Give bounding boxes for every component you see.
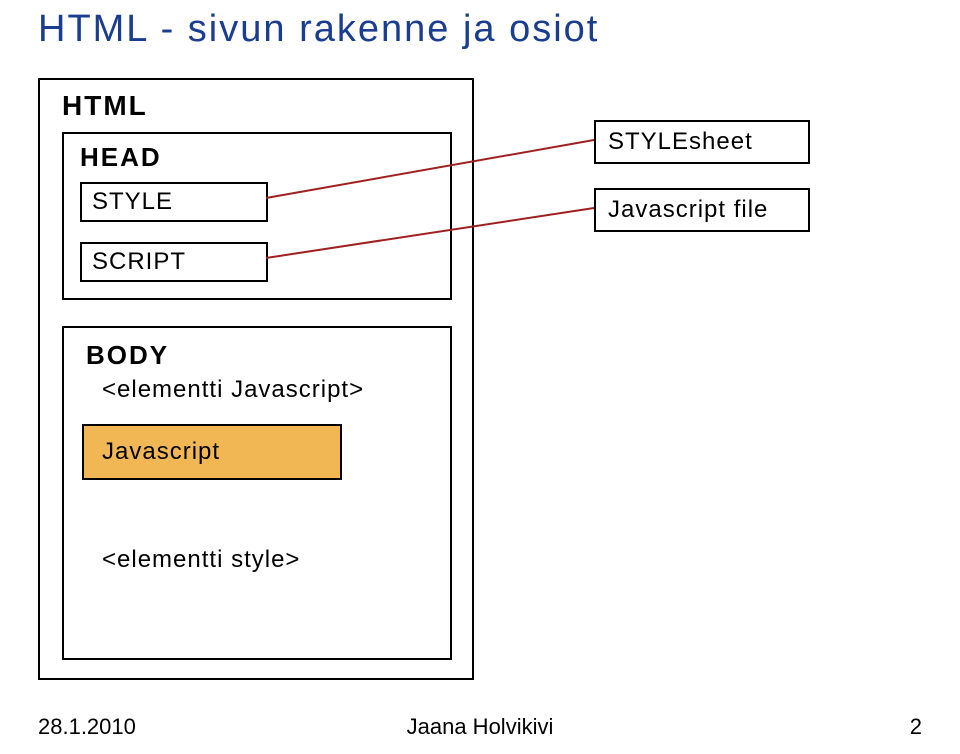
head-label: HEAD xyxy=(80,142,162,173)
head-box: HEAD STYLE SCRIPT xyxy=(62,132,452,300)
style-box: STYLE xyxy=(80,182,268,222)
jsfile-box: Javascript file xyxy=(594,188,810,232)
html-label: HTML xyxy=(62,90,148,122)
html-box: HTML HEAD STYLE SCRIPT BODY <elementti J… xyxy=(38,78,474,680)
script-box: SCRIPT xyxy=(80,242,268,282)
javascript-box: Javascript xyxy=(82,424,342,480)
footer-page-number: 2 xyxy=(910,714,922,740)
element-javascript-label: <elementti Javascript> xyxy=(102,376,364,404)
body-box: BODY <elementti Javascript> Javascript <… xyxy=(62,326,452,660)
element-style-label: <elementti style> xyxy=(102,546,300,574)
slide-title: HTML - sivun rakenne ja osiot xyxy=(38,8,599,51)
stylesheet-box: STYLEsheet xyxy=(594,120,810,164)
footer-author: Jaana Holvikivi xyxy=(0,714,960,740)
body-label: BODY xyxy=(86,340,169,371)
